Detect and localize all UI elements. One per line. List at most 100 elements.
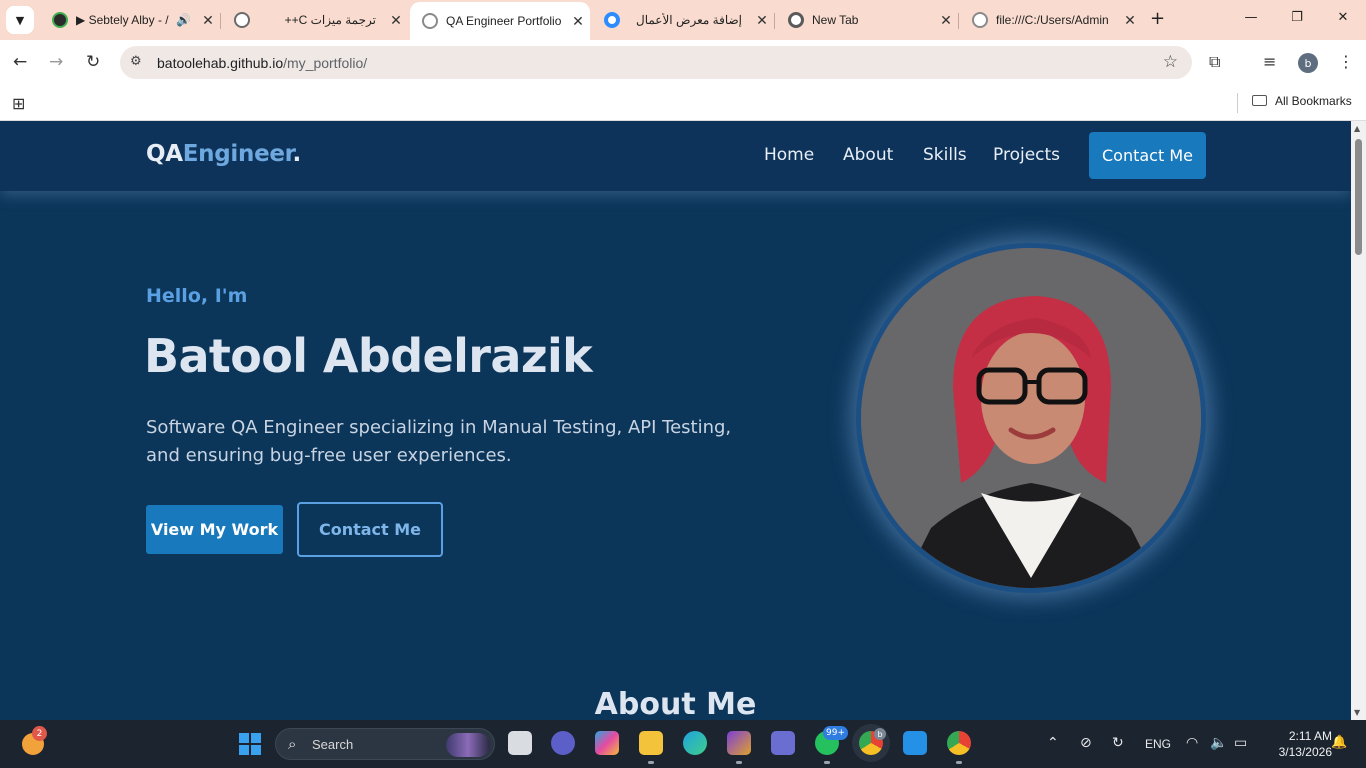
all-bookmarks-button[interactable]: All Bookmarks xyxy=(1252,94,1352,108)
copilot-icon[interactable] xyxy=(595,731,619,755)
close-tab-icon[interactable]: ✕ xyxy=(750,12,774,29)
vscode-icon[interactable] xyxy=(903,731,927,755)
tab-cpp-features[interactable]: ترجمة ميزات C++ ✕ xyxy=(222,4,408,36)
bookmarks-separator xyxy=(1237,93,1238,113)
profile-portrait-illustration xyxy=(861,248,1201,588)
menu-kebab-icon[interactable]: ⋮ xyxy=(1338,52,1354,71)
profile-avatar[interactable]: b xyxy=(1298,53,1318,73)
new-tab-button[interactable]: + xyxy=(1150,8,1165,29)
chatgpt-favicon-icon xyxy=(234,12,250,28)
nav-about-link[interactable]: About xyxy=(843,145,893,165)
url-host: batoolehab.github.io xyxy=(157,55,284,71)
site-favicon-icon xyxy=(604,12,620,28)
taskbar-search-label: Search xyxy=(312,737,354,752)
search-icon: ⌕ xyxy=(288,735,297,753)
forward-icon[interactable]: → xyxy=(49,52,63,72)
file-explorer-icon[interactable] xyxy=(639,731,663,764)
restore-window-icon[interactable]: ❐ xyxy=(1274,10,1320,25)
clock-date: 3/13/2026 xyxy=(1278,745,1332,759)
search-highlight-icon xyxy=(446,733,490,757)
input-language[interactable]: ENG xyxy=(1145,737,1171,751)
tab-add-portfolio[interactable]: إضافة معرض الأعمال ✕ xyxy=(592,4,775,36)
hero-name: Batool Abdelrazik xyxy=(144,329,593,383)
page-scrollbar[interactable]: ▲ ▼ xyxy=(1351,121,1366,720)
hero-contact-button[interactable]: Contact Me xyxy=(297,502,443,557)
audio-playing-icon[interactable]: 🔊 xyxy=(176,13,196,27)
apps-grid-icon[interactable]: ⊞ xyxy=(12,94,25,113)
taskbar-search-box[interactable]: ⌕ Search xyxy=(275,728,495,760)
tab-new-tab[interactable]: New Tab ✕ xyxy=(776,4,959,36)
close-tab-icon[interactable]: ✕ xyxy=(1118,12,1142,29)
tab-local-file[interactable]: file:///C:/Users/Admin ✕ xyxy=(960,4,1142,36)
bookmark-star-icon[interactable]: ☆ xyxy=(1163,52,1178,72)
store-icon[interactable] xyxy=(727,731,751,764)
bookmarks-bar: ⊞ All Bookmarks xyxy=(0,86,1366,121)
teams-icon[interactable] xyxy=(771,731,795,755)
toolbar: ← → ↻ ⚙ batoolehab.github.io/my_portfoli… xyxy=(0,40,1366,86)
all-bookmarks-label: All Bookmarks xyxy=(1275,94,1352,108)
reload-icon[interactable]: ↻ xyxy=(86,52,100,72)
hero-greeting: Hello, I'm xyxy=(146,285,248,307)
tab-separator xyxy=(220,13,221,29)
minimize-window-icon[interactable]: — xyxy=(1228,10,1274,25)
tab-title: ترجمة ميزات C++ xyxy=(284,13,376,27)
scroll-down-icon[interactable]: ▼ xyxy=(1354,708,1360,717)
chrome-profile-badge: b xyxy=(874,728,886,740)
site-logo[interactable]: QAEngineer. xyxy=(146,141,301,167)
wifi-icon[interactable]: ◠ xyxy=(1186,735,1198,751)
tab-sebtely-alby[interactable]: ▶ Sebtely Alby - / 🔊 ✕ xyxy=(40,4,221,36)
tab-title: New Tab xyxy=(812,13,859,27)
edge-icon[interactable] xyxy=(683,731,707,755)
windows-taskbar: 2 ⌕ Search 99+ b ⌃ ⊘ ↻ ENG ◠ 🔈 ▭ 2:11 AM… xyxy=(0,720,1366,768)
about-section-title: About Me xyxy=(594,687,757,720)
folder-icon xyxy=(1252,95,1267,106)
extensions-icon[interactable]: ⧉ xyxy=(1209,52,1220,72)
nav-projects-link[interactable]: Projects xyxy=(993,145,1060,165)
back-icon[interactable]: ← xyxy=(13,52,27,72)
tab-qa-portfolio[interactable]: QA Engineer Portfolio ✕ xyxy=(410,2,590,40)
nav-skills-link[interactable]: Skills xyxy=(923,145,967,165)
tab-separator xyxy=(774,13,775,29)
chrome-second-icon[interactable] xyxy=(947,731,971,764)
view-my-work-button[interactable]: View My Work xyxy=(146,505,283,554)
volume-icon[interactable]: 🔈 xyxy=(1210,735,1227,751)
show-hidden-icons-chevron-icon[interactable]: ⌃ xyxy=(1047,735,1059,751)
url-path: /my_portfolio/ xyxy=(283,55,368,71)
update-icon[interactable]: ↻ xyxy=(1112,735,1124,751)
profile-photo xyxy=(856,243,1206,593)
nav-contact-button[interactable]: Contact Me xyxy=(1089,132,1206,179)
close-tab-icon[interactable]: ✕ xyxy=(566,13,590,30)
hero-description: Software QA Engineer specializing in Man… xyxy=(146,417,732,466)
nav-home-link[interactable]: Home xyxy=(764,145,814,165)
chrome-favicon-icon xyxy=(788,12,804,28)
notification-bell-icon[interactable]: 🔔 xyxy=(1331,735,1347,750)
close-tab-icon[interactable]: ✕ xyxy=(196,12,220,29)
system-clock[interactable]: 2:11 AM 3/13/2026 xyxy=(1262,728,1332,760)
widget-badge: 2 xyxy=(32,726,47,741)
spotify-like-favicon-icon xyxy=(52,12,68,28)
tab-separator xyxy=(958,13,959,29)
tab-title: QA Engineer Portfolio xyxy=(446,14,562,28)
start-windows-icon[interactable] xyxy=(239,733,261,755)
close-window-icon[interactable]: ✕ xyxy=(1320,10,1366,25)
tab-title: إضافة معرض الأعمال xyxy=(635,13,742,27)
globe-favicon-icon xyxy=(422,13,438,29)
address-bar[interactable]: ⚙ batoolehab.github.io/my_portfolio/ ☆ xyxy=(120,46,1192,79)
whatsapp-badge: 99+ xyxy=(823,726,848,740)
tab-search-button[interactable]: ▼ xyxy=(6,6,34,34)
media-control-icon[interactable]: ≡ xyxy=(1263,52,1276,71)
url-text[interactable]: batoolehab.github.io/my_portfolio/ xyxy=(157,55,367,71)
battery-icon[interactable]: ▭ xyxy=(1234,735,1247,751)
clock-time: 2:11 AM xyxy=(1288,729,1332,743)
tab-title: file:///C:/Users/Admin xyxy=(996,13,1109,27)
close-tab-icon[interactable]: ✕ xyxy=(934,12,958,29)
sync-off-icon[interactable]: ⊘ xyxy=(1080,735,1092,751)
page-viewport: QAEngineer. Home About Skills Projects C… xyxy=(0,121,1351,720)
meet-chat-icon[interactable] xyxy=(551,731,575,755)
task-view-icon[interactable] xyxy=(508,731,532,755)
close-tab-icon[interactable]: ✕ xyxy=(384,12,408,29)
logo-dot: . xyxy=(292,141,301,167)
scroll-up-icon[interactable]: ▲ xyxy=(1354,124,1360,133)
scrollbar-thumb[interactable] xyxy=(1355,139,1362,255)
site-info-icon[interactable]: ⚙ xyxy=(130,54,142,69)
